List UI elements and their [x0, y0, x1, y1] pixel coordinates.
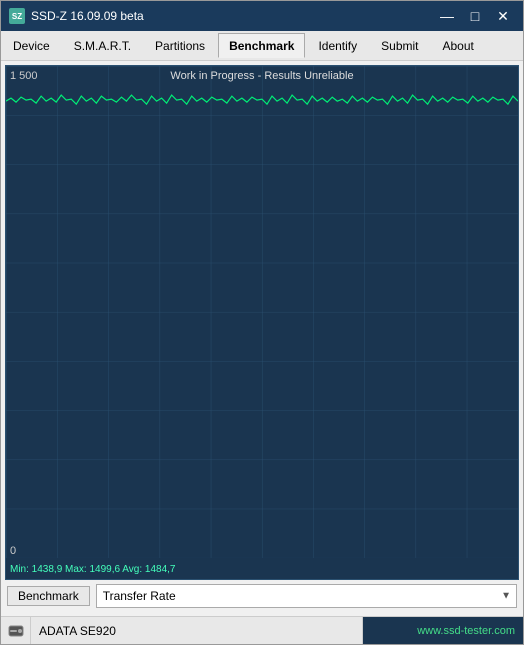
menu-item-partitions[interactable]: Partitions	[144, 33, 216, 58]
chart-status-text: Work in Progress - Results Unreliable	[170, 70, 353, 82]
transfer-type-dropdown[interactable]: Transfer Rate IOPS Latency	[96, 584, 517, 608]
main-window: SZ SSD-Z 16.09.09 beta — □ ✕ Device S.M.…	[0, 0, 524, 645]
main-content: 1 500 Work in Progress - Results Unrelia…	[1, 61, 523, 616]
menu-item-device[interactable]: Device	[2, 33, 61, 58]
maximize-button[interactable]: □	[463, 7, 487, 25]
app-icon: SZ	[9, 8, 25, 24]
minimize-button[interactable]: —	[435, 7, 459, 25]
chart-stats: Min: 1438,9 Max: 1499,6 Avg: 1484,7	[10, 564, 176, 575]
menu-item-identify[interactable]: Identify	[307, 33, 368, 58]
menu-bar: Device S.M.A.R.T. Partitions Benchmark I…	[1, 31, 523, 61]
menu-item-smart[interactable]: S.M.A.R.T.	[63, 33, 142, 58]
title-bar: SZ SSD-Z 16.09.09 beta — □ ✕	[1, 1, 523, 31]
chart-y-axis-bottom: 0	[10, 545, 16, 557]
menu-item-about[interactable]: About	[432, 33, 485, 58]
drive-icon	[1, 617, 31, 644]
drive-name: ADATA SE920	[31, 617, 363, 644]
menu-item-submit[interactable]: Submit	[370, 33, 429, 58]
window-title: SSD-Z 16.09.09 beta	[31, 9, 144, 23]
dropdown-container: Transfer Rate IOPS Latency ▼	[96, 584, 517, 608]
controls-row: Benchmark Transfer Rate IOPS Latency ▼	[5, 580, 519, 612]
window-controls: — □ ✕	[435, 7, 515, 25]
chart-svg	[6, 66, 518, 558]
benchmark-chart: 1 500 Work in Progress - Results Unrelia…	[5, 65, 519, 580]
benchmark-button[interactable]: Benchmark	[7, 586, 90, 606]
title-bar-left: SZ SSD-Z 16.09.09 beta	[9, 8, 144, 24]
status-bar: ADATA SE920 www.ssd-tester.com	[1, 616, 523, 644]
close-button[interactable]: ✕	[491, 7, 515, 25]
chart-y-axis-top: 1 500	[10, 70, 38, 82]
menu-item-benchmark[interactable]: Benchmark	[218, 33, 305, 58]
website-link[interactable]: www.ssd-tester.com	[363, 617, 523, 644]
hdd-icon	[7, 622, 25, 640]
